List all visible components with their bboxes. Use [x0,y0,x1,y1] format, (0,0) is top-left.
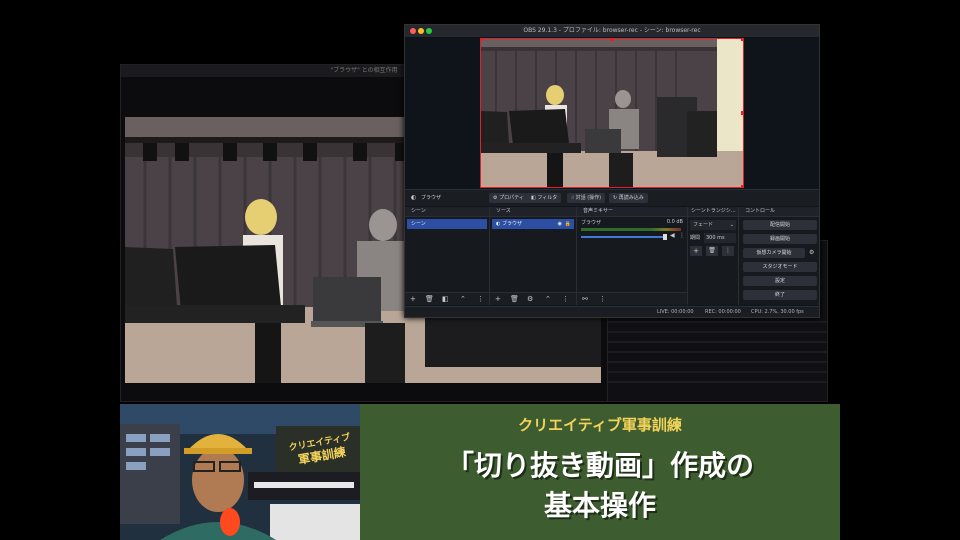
resize-handle[interactable] [741,185,743,187]
reload-button[interactable]: ↻ 再読み込み [609,193,648,203]
duration-input[interactable]: 300 ms [704,233,736,243]
duration-row: 期間 300 ms [690,233,736,243]
cpu-status: CPU: 2.7%, 30.00 fps [751,309,804,315]
zoom-window-icon[interactable] [426,28,432,34]
obs-titlebar: OBS 29.1.3 - プロファイル: browser-rec - シーン: … [405,25,819,37]
controls-header: コントロール [739,207,819,217]
eye-icon[interactable]: ◉ [558,219,562,229]
banner-title-line1: 「切り抜き動画」作成の [445,449,754,482]
mixer-channel-name: ブラウザ [581,220,602,226]
globe-icon: ◐ [411,194,417,201]
exit-button[interactable]: 終了 [743,290,817,300]
preview-source-browser[interactable] [480,38,744,188]
chevron-up-icon[interactable]: ⌃ [545,294,551,304]
obs-window-title: OBS 29.1.3 - プロファイル: browser-rec - シーン: … [523,27,701,34]
trash-icon[interactable]: 🗑 [706,246,718,256]
resize-handle[interactable] [610,39,614,41]
resize-handle[interactable] [741,39,743,41]
duration-label: 期間 [690,235,701,241]
gear-icon[interactable]: ⚙ [809,248,814,258]
source-toolbar: ◐ ブラウザ ⚙ プロパティ ◧ フィルタ ☝ 対話 (操作) ↻ 再読み込み [405,189,819,206]
more-icon[interactable]: ⋮ [599,294,606,304]
transitions-panel: シーントランジシ… フェード ⌄ 期間 300 ms + 🗑 ⋮ [688,207,739,305]
speaker-icon[interactable]: ◀ [670,232,675,239]
close-window-icon[interactable] [410,28,416,34]
scenes-panel: シーン シーン + 🗑 ◧ ⌃ ⋮ [405,207,490,305]
resize-handle[interactable] [741,111,743,115]
webcam-feed: クリエイティブ 軍事訓練 [120,404,360,540]
transition-buttons: + 🗑 ⋮ [690,246,736,256]
filter-icon[interactable]: ◧ [442,294,449,304]
scenes-header: シーン [405,207,489,217]
volume-meter [581,228,681,231]
banner-title-line2: 基本操作 [543,489,656,522]
chevron-down-icon: ⌄ [729,222,734,228]
trash-icon[interactable]: 🗑 [510,294,519,304]
obs-preview[interactable] [405,37,819,201]
more-icon[interactable]: ⋮ [679,232,685,239]
scenes-footer: + 🗑 ◧ ⌃ ⋮ [405,292,489,305]
rec-status: REC: 00:00:00 [705,309,741,315]
chevron-up-icon[interactable]: ⌃ [460,294,466,304]
mixer-level: 0.0 dB [666,219,683,225]
selected-source-label: ブラウザ [421,195,442,201]
start-virtual-camera-button[interactable]: 仮想カメラ開始 [743,248,805,258]
volume-slider[interactable] [581,236,665,238]
link-icon[interactable]: ⚯ [582,294,588,304]
sources-header: ソース [490,207,576,217]
add-icon[interactable]: + [495,294,501,304]
obs-main-window[interactable]: OBS 29.1.3 - プロファイル: browser-rec - シーン: … [404,24,820,318]
volume-slider-handle[interactable] [663,234,667,240]
live-status: LIVE: 00:00:00 [657,309,694,315]
mixer-header: 音声ミキサー [577,207,687,217]
mixer-footer: ⚯ ⋮ [577,292,687,305]
title-banner: クリエイティブ軍事訓練 「切り抜き動画」作成の 基本操作 [360,404,840,540]
minimize-window-icon[interactable] [418,28,424,34]
more-icon[interactable]: ⋮ [477,294,484,304]
start-recording-button[interactable]: 録画開始 [743,234,817,244]
add-icon[interactable]: + [410,294,416,304]
studio-mode-button[interactable]: スタジオモード [743,262,817,272]
filters-button[interactable]: ◧ フィルタ [527,193,562,203]
settings-button[interactable]: 設定 [743,276,817,286]
transitions-header: シーントランジシ… [688,207,738,217]
source-list-item[interactable]: ◐ ブラウザ ◉ 🔒 [492,219,574,229]
trash-icon[interactable]: 🗑 [425,294,434,304]
interact-button[interactable]: ☝ 対話 (操作) [567,193,606,203]
lock-icon[interactable]: 🔒 [565,219,571,229]
sources-panel: ソース ◐ ブラウザ ◉ 🔒 + 🗑 ⚙ ⌃ ⋮ [490,207,577,305]
controls-panel: コントロール 配信開始 録画開始 仮想カメラ開始 ⚙ スタジオモード 設定 終了 [739,207,819,305]
resize-handle[interactable] [481,39,483,41]
more-icon[interactable]: ⋮ [722,246,734,256]
more-icon[interactable]: ⋮ [562,294,569,304]
add-icon[interactable]: + [690,246,702,256]
audio-mixer-panel: 音声ミキサー ブラウザ 0.0 dB ◀ ⋮ ⚯ ⋮ [577,207,688,305]
properties-button[interactable]: ⚙ プロパティ [489,193,528,203]
scene-list-item[interactable]: シーン [407,219,487,229]
gear-icon[interactable]: ⚙ [527,294,533,304]
sources-footer: + 🗑 ⚙ ⌃ ⋮ [490,292,576,305]
transition-type-select[interactable]: フェード ⌄ [690,220,736,230]
start-streaming-button[interactable]: 配信開始 [743,220,817,230]
banner-subtitle: クリエイティブ軍事訓練 [518,416,682,434]
status-bar: LIVE: 00:00:00 REC: 00:00:00 CPU: 2.7%, … [405,306,819,317]
